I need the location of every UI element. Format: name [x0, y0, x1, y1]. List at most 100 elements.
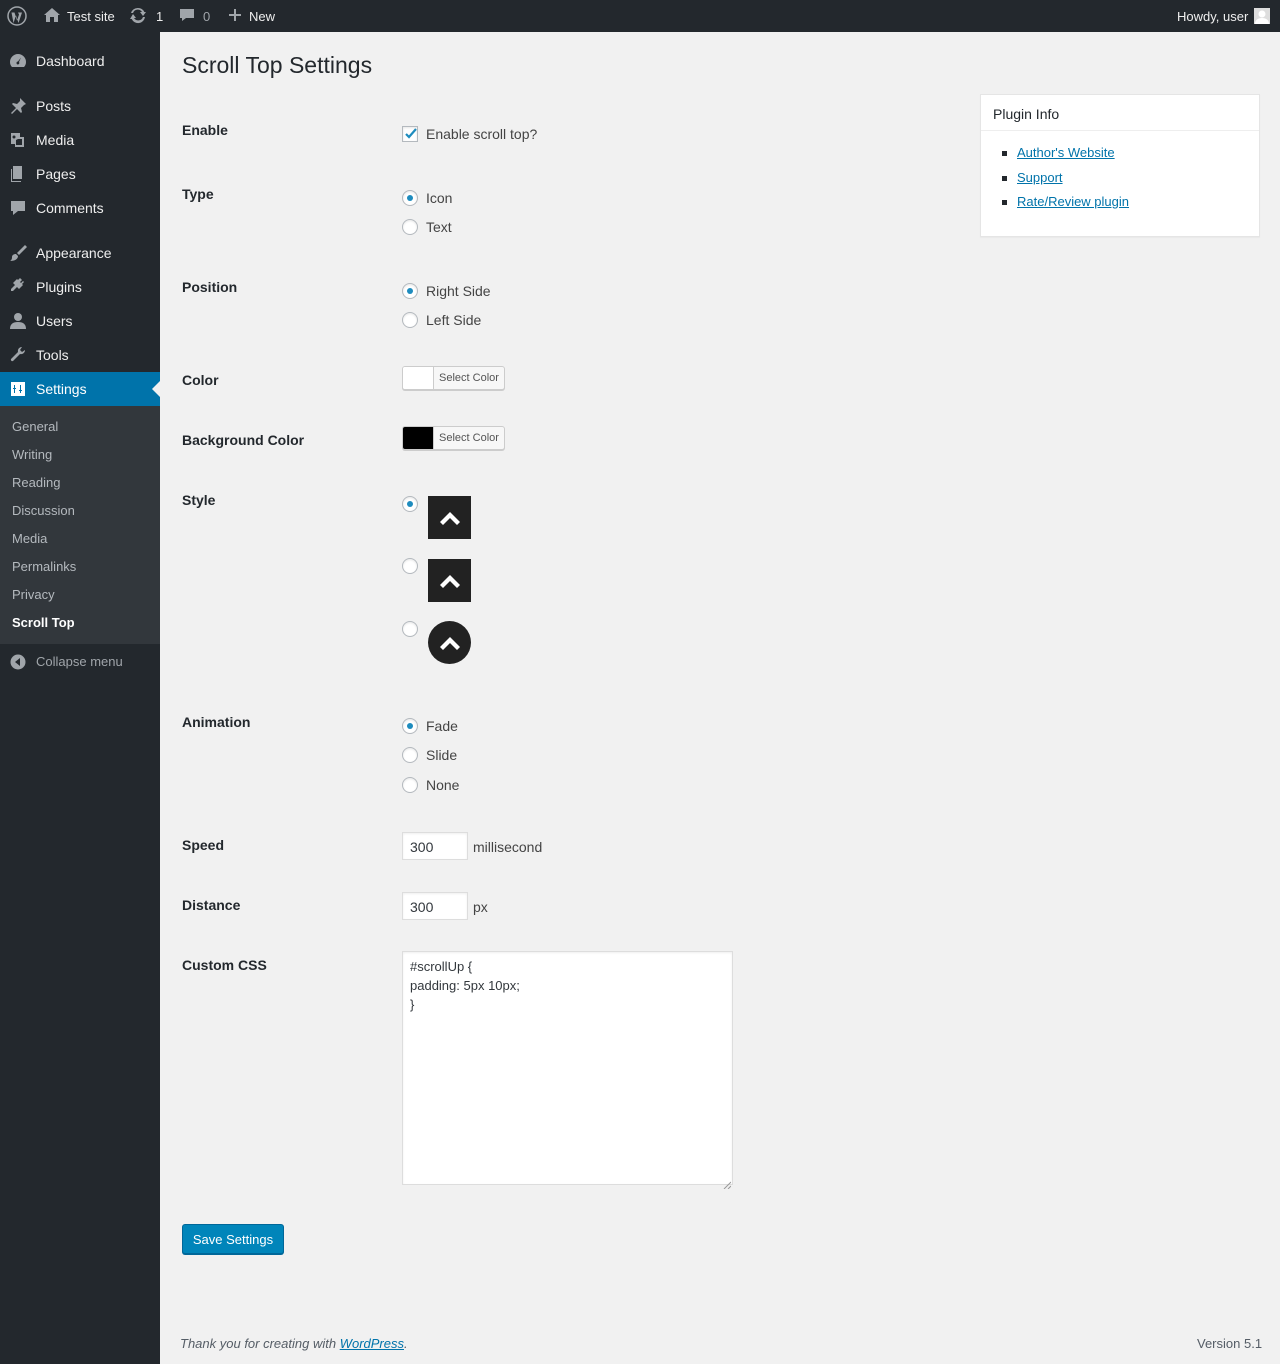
custom-css-label: Custom CSS: [182, 957, 267, 973]
submenu-item-reading[interactable]: Reading: [12, 475, 60, 490]
submenu-item-writing[interactable]: Writing: [12, 447, 52, 462]
wordpress-link[interactable]: WordPress: [340, 1336, 404, 1351]
animation-option-label: None: [426, 777, 460, 793]
enable-checkbox-row[interactable]: Enable scroll top?: [402, 124, 537, 144]
background-color-swatch: [403, 427, 434, 449]
style-option-2[interactable]: [402, 556, 418, 576]
submenu-item-permalinks[interactable]: Permalinks: [12, 559, 76, 574]
sidebar-item-dashboard[interactable]: Dashboard: [0, 44, 160, 78]
support-link[interactable]: Support: [1017, 170, 1063, 185]
sidebar-item-comments[interactable]: Comments: [0, 191, 160, 225]
animation-option-slide[interactable]: Slide: [402, 745, 457, 765]
settings-submenu: General Writing Reading Discussion Media…: [0, 406, 160, 644]
comment-bubble-icon: [178, 6, 196, 27]
plus-icon: [227, 7, 243, 26]
pin-icon: [9, 97, 27, 115]
sidebar-item-label: Pages: [36, 166, 76, 182]
animation-option-none[interactable]: None: [402, 775, 459, 795]
animation-slide-radio[interactable]: [402, 747, 418, 763]
type-label: Type: [182, 186, 214, 202]
sidebar-item-tools[interactable]: Tools: [0, 338, 160, 372]
comments-link[interactable]: 0: [178, 0, 210, 32]
comments-count: 0: [203, 8, 211, 24]
animation-fade-radio[interactable]: [402, 718, 418, 734]
avatar: [1254, 8, 1271, 24]
color-picker-button[interactable]: Select Color: [402, 366, 505, 390]
position-right-radio[interactable]: [402, 283, 418, 299]
updates-icon: [129, 6, 147, 27]
site-name-link[interactable]: Test site: [43, 0, 115, 32]
style-1-radio[interactable]: [402, 496, 418, 512]
animation-option-label: Fade: [426, 718, 458, 734]
submenu-item-general[interactable]: General: [12, 419, 58, 434]
sidebar-item-settings[interactable]: Settings: [0, 372, 160, 406]
background-color-picker-button[interactable]: Select Color: [402, 426, 505, 450]
submenu-item-privacy[interactable]: Privacy: [12, 587, 55, 602]
admin-sidebar: Dashboard Posts Media Pages Comments App…: [0, 32, 160, 1364]
updates-link[interactable]: 1: [129, 0, 163, 32]
user-icon: [9, 312, 27, 330]
style-option-3[interactable]: [402, 619, 418, 639]
sidebar-item-label: Users: [36, 313, 73, 329]
custom-css-textarea[interactable]: #scrollUp { padding: 5px 10px; }: [402, 951, 733, 1190]
color-swatch: [403, 367, 434, 389]
sidebar-item-label: Comments: [36, 200, 104, 216]
rate-review-link[interactable]: Rate/Review plugin: [1017, 194, 1129, 209]
position-option-right[interactable]: Right Side: [402, 281, 491, 301]
admin-bar: Test site 1 0 New Howdy, user: [0, 0, 1280, 32]
type-text-radio[interactable]: [402, 219, 418, 235]
sidebar-item-appearance[interactable]: Appearance: [0, 236, 160, 270]
sidebar-item-label: Plugins: [36, 279, 82, 295]
select-color-label: Select Color: [439, 432, 499, 444]
style-label: Style: [182, 492, 216, 508]
footer-thanks-suffix: .: [404, 1336, 408, 1351]
footer-thanks: Thank you for creating with WordPress.: [180, 1336, 408, 1351]
submenu-item-discussion[interactable]: Discussion: [12, 503, 75, 518]
howdy-text: Howdy, user: [1177, 8, 1249, 24]
sidebar-item-media[interactable]: Media: [0, 123, 160, 157]
square-chevron-up-icon[interactable]: [428, 496, 471, 539]
media-icon: [9, 131, 27, 149]
submenu-item-media[interactable]: Media: [12, 531, 47, 546]
animation-none-radio[interactable]: [402, 777, 418, 793]
position-option-left[interactable]: Left Side: [402, 310, 481, 330]
custom-css-value: #scrollUp { padding: 5px 10px; }: [410, 959, 520, 1012]
speed-input[interactable]: 300: [402, 832, 468, 860]
style-option-1[interactable]: [402, 494, 418, 514]
collapse-menu-button[interactable]: Collapse menu: [0, 652, 160, 672]
authors-website-link[interactable]: Author's Website: [1017, 145, 1115, 160]
distance-input[interactable]: 300: [402, 892, 468, 920]
footer-version: Version 5.1: [1197, 1336, 1263, 1351]
type-option-text[interactable]: Text: [402, 217, 452, 237]
submenu-item-scroll-top[interactable]: Scroll Top: [12, 615, 75, 630]
type-option-label: Icon: [426, 190, 453, 206]
resize-handle-icon[interactable]: [723, 1175, 732, 1190]
distance-unit: px: [473, 899, 488, 915]
enable-checkbox[interactable]: [402, 126, 418, 142]
style-3-radio[interactable]: [402, 621, 418, 637]
speed-label: Speed: [182, 837, 225, 853]
new-content-link[interactable]: New: [227, 0, 275, 32]
page-title: Scroll Top Settings: [182, 52, 373, 78]
wordpress-logo-icon[interactable]: [7, 0, 27, 32]
sidebar-item-label: Posts: [36, 98, 72, 114]
position-left-radio[interactable]: [402, 312, 418, 328]
type-option-icon[interactable]: Icon: [402, 188, 452, 208]
type-icon-radio[interactable]: [402, 190, 418, 206]
sidebar-item-users[interactable]: Users: [0, 304, 160, 338]
bullet-icon: [1002, 200, 1007, 205]
sidebar-item-plugins[interactable]: Plugins: [0, 270, 160, 304]
round-chevron-up-icon[interactable]: [428, 621, 471, 664]
plug-icon: [9, 278, 27, 296]
sidebar-item-pages[interactable]: Pages: [0, 157, 160, 191]
style-2-radio[interactable]: [402, 558, 418, 574]
save-settings-button[interactable]: Save Settings: [182, 1224, 284, 1254]
square-chevron-up-icon[interactable]: [428, 559, 471, 602]
account-menu[interactable]: Howdy, user: [1177, 0, 1271, 32]
sidebar-item-posts[interactable]: Posts: [0, 89, 160, 123]
checkmark-icon: [405, 128, 417, 139]
speed-unit: millisecond: [473, 839, 543, 855]
sidebar-item-label: Media: [36, 132, 75, 148]
animation-option-fade[interactable]: Fade: [402, 716, 458, 736]
footer-thanks-prefix: Thank you for creating with: [180, 1336, 340, 1351]
